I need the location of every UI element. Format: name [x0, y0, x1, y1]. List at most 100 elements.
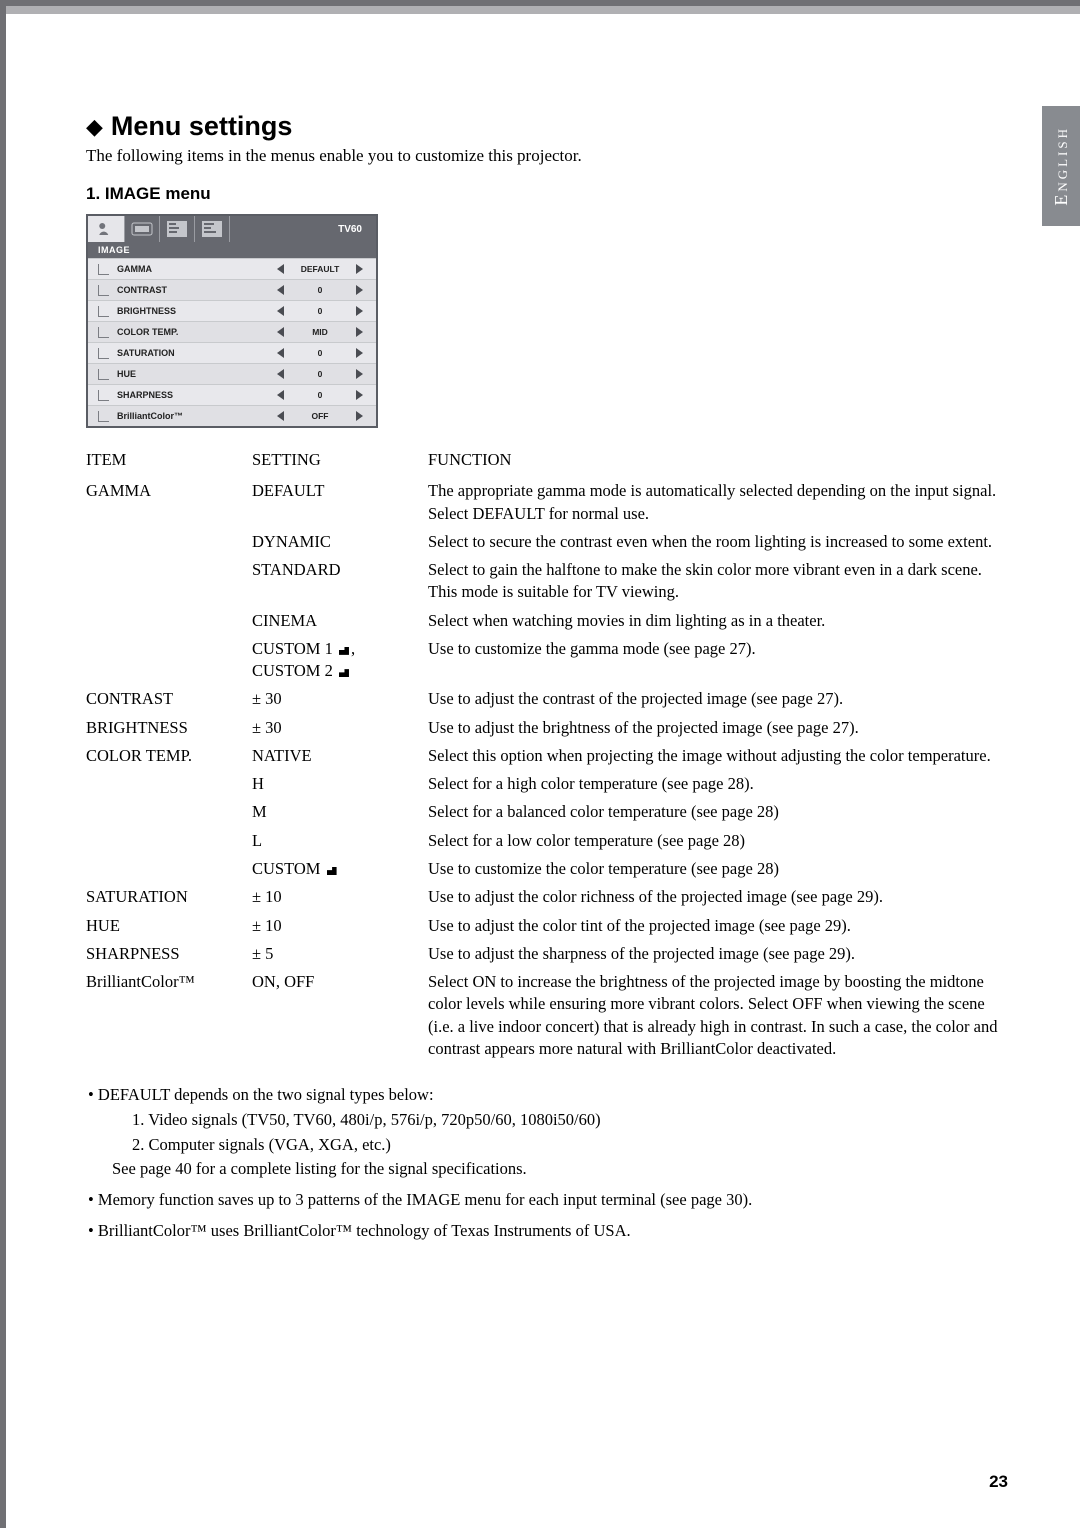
- osd-signal-label: TV60: [324, 216, 376, 242]
- osd-value-stepper[interactable]: MID: [270, 327, 370, 337]
- osd-value-stepper[interactable]: OFF: [270, 411, 370, 421]
- osd-row-label: SATURATION: [117, 348, 270, 358]
- page-number: 23: [989, 1472, 1008, 1492]
- arrow-left-icon[interactable]: [277, 306, 284, 316]
- osd-row-value: MID: [298, 327, 342, 337]
- arrow-left-icon[interactable]: [277, 285, 284, 295]
- osd-row[interactable]: SATURATION 0: [88, 342, 376, 363]
- osd-row[interactable]: CONTRAST0: [88, 279, 376, 300]
- function-cell: Select to gain the halftone to make the …: [428, 556, 1010, 607]
- tab2-icon: [131, 222, 153, 236]
- diamond-icon: ◆: [86, 116, 103, 138]
- setting-cell: NATIVE: [252, 742, 422, 770]
- arrow-right-icon[interactable]: [356, 306, 363, 316]
- item-cell: SATURATION: [86, 883, 246, 911]
- bullet-1: • DEFAULT depends on the two signal type…: [88, 1083, 1010, 1108]
- language-label: English: [1051, 126, 1072, 206]
- arrow-right-icon[interactable]: [356, 348, 363, 358]
- item-cell: [86, 556, 246, 607]
- function-cell: Select for a low color temperature (see …: [428, 827, 1010, 855]
- osd-row-value: OFF: [298, 411, 342, 421]
- osd-row-label: CONTRAST: [117, 285, 270, 295]
- item-cell: BRIGHTNESS: [86, 714, 246, 742]
- setting-text: CUSTOM: [252, 859, 325, 878]
- item-cell: [86, 798, 246, 826]
- osd-row-label: SHARPNESS: [117, 390, 270, 400]
- osd-tab-4[interactable]: [195, 216, 230, 242]
- arrow-left-icon[interactable]: [277, 327, 284, 337]
- row-marker-icon: [98, 306, 109, 317]
- function-cell: Use to adjust the color tint of the proj…: [428, 912, 1010, 940]
- arrow-right-icon[interactable]: [356, 369, 363, 379]
- function-cell: The appropriate gamma mode is automatica…: [428, 477, 1010, 528]
- osd-value-stepper[interactable]: 0: [270, 348, 370, 358]
- arrow-left-icon[interactable]: [277, 264, 284, 274]
- enter-icon: [327, 867, 337, 875]
- function-cell: Use to adjust the brightness of the proj…: [428, 714, 1010, 742]
- row-marker-icon: [98, 285, 109, 296]
- bullet-1b: 2. Computer signals (VGA, XGA, etc.): [132, 1133, 1010, 1158]
- osd-row[interactable]: BrilliantColor™ OFF: [88, 405, 376, 426]
- footnotes: • DEFAULT depends on the two signal type…: [86, 1083, 1010, 1244]
- intro-text: The following items in the menus enable …: [86, 146, 1010, 166]
- osd-row-label: GAMMA: [117, 264, 270, 274]
- setting-cell: CUSTOM: [252, 855, 422, 883]
- item-cell: CONTRAST: [86, 685, 246, 713]
- setting-cell: STANDARD: [252, 556, 422, 607]
- arrow-right-icon[interactable]: [356, 264, 363, 274]
- osd-row[interactable]: GAMMA DEFAULT: [88, 258, 376, 279]
- arrow-left-icon[interactable]: [277, 348, 284, 358]
- osd-row[interactable]: SHARPNESS0: [88, 384, 376, 405]
- function-cell: Select this option when projecting the i…: [428, 742, 1010, 770]
- function-cell: Use to adjust the contrast of the projec…: [428, 685, 1010, 713]
- row-marker-icon: [98, 327, 109, 338]
- arrow-right-icon[interactable]: [356, 390, 363, 400]
- osd-row[interactable]: BRIGHTNESS0: [88, 300, 376, 321]
- enter-icon: [339, 669, 349, 677]
- osd-tab-2[interactable]: [125, 216, 160, 242]
- osd-value-stepper[interactable]: 0: [270, 306, 370, 316]
- item-cell: [86, 827, 246, 855]
- setting-cell: CUSTOM 1 ,CUSTOM 2: [252, 635, 422, 686]
- osd-value-stepper[interactable]: 0: [270, 369, 370, 379]
- osd-value-stepper[interactable]: 0: [270, 285, 370, 295]
- osd-tab-image[interactable]: [88, 216, 125, 242]
- function-cell: Select for a balanced color temperature …: [428, 798, 1010, 826]
- osd-row-label: HUE: [117, 369, 270, 379]
- arrow-right-icon[interactable]: [356, 327, 363, 337]
- arrow-left-icon[interactable]: [277, 369, 284, 379]
- tab4-icon: [202, 221, 222, 237]
- osd-value-stepper[interactable]: DEFAULT: [270, 264, 370, 274]
- bullet-1c: See page 40 for a complete listing for t…: [112, 1157, 1010, 1182]
- arrow-right-icon[interactable]: [356, 285, 363, 295]
- bullet-3: • BrilliantColor™ uses BrilliantColor™ t…: [88, 1219, 1010, 1244]
- setting-cell: ON, OFF: [252, 968, 422, 1063]
- function-cell: Use to adjust the sharpness of the proje…: [428, 940, 1010, 968]
- row-marker-icon: [98, 264, 109, 275]
- row-marker-icon: [98, 411, 109, 422]
- setting-cell: DYNAMIC: [252, 528, 422, 556]
- setting-cell: M: [252, 798, 422, 826]
- osd-row[interactable]: HUE0: [88, 363, 376, 384]
- col-item: ITEM: [86, 446, 246, 477]
- tab3-icon: [167, 221, 187, 237]
- arrow-right-icon[interactable]: [356, 411, 363, 421]
- item-cell: BrilliantColor™: [86, 968, 246, 1063]
- row-marker-icon: [98, 348, 109, 359]
- setting-cell: ± 10: [252, 883, 422, 911]
- osd-tab-3[interactable]: [160, 216, 195, 242]
- osd-value-stepper[interactable]: 0: [270, 390, 370, 400]
- bullet-1a: 1. Video signals (TV50, TV60, 480i/p, 57…: [132, 1108, 1010, 1133]
- osd-row-value: DEFAULT: [298, 264, 342, 274]
- col-setting: SETTING: [252, 446, 422, 477]
- osd-row-value: 0: [298, 306, 342, 316]
- osd-row-value: 0: [298, 348, 342, 358]
- osd-section-title: IMAGE: [88, 242, 376, 258]
- osd-row-label: BrilliantColor™: [117, 411, 270, 421]
- function-cell: Use to adjust the color richness of the …: [428, 883, 1010, 911]
- arrow-left-icon[interactable]: [277, 390, 284, 400]
- function-cell: Use to customize the color temperature (…: [428, 855, 1010, 883]
- osd-row[interactable]: COLOR TEMP.MID: [88, 321, 376, 342]
- arrow-left-icon[interactable]: [277, 411, 284, 421]
- item-cell: SHARPNESS: [86, 940, 246, 968]
